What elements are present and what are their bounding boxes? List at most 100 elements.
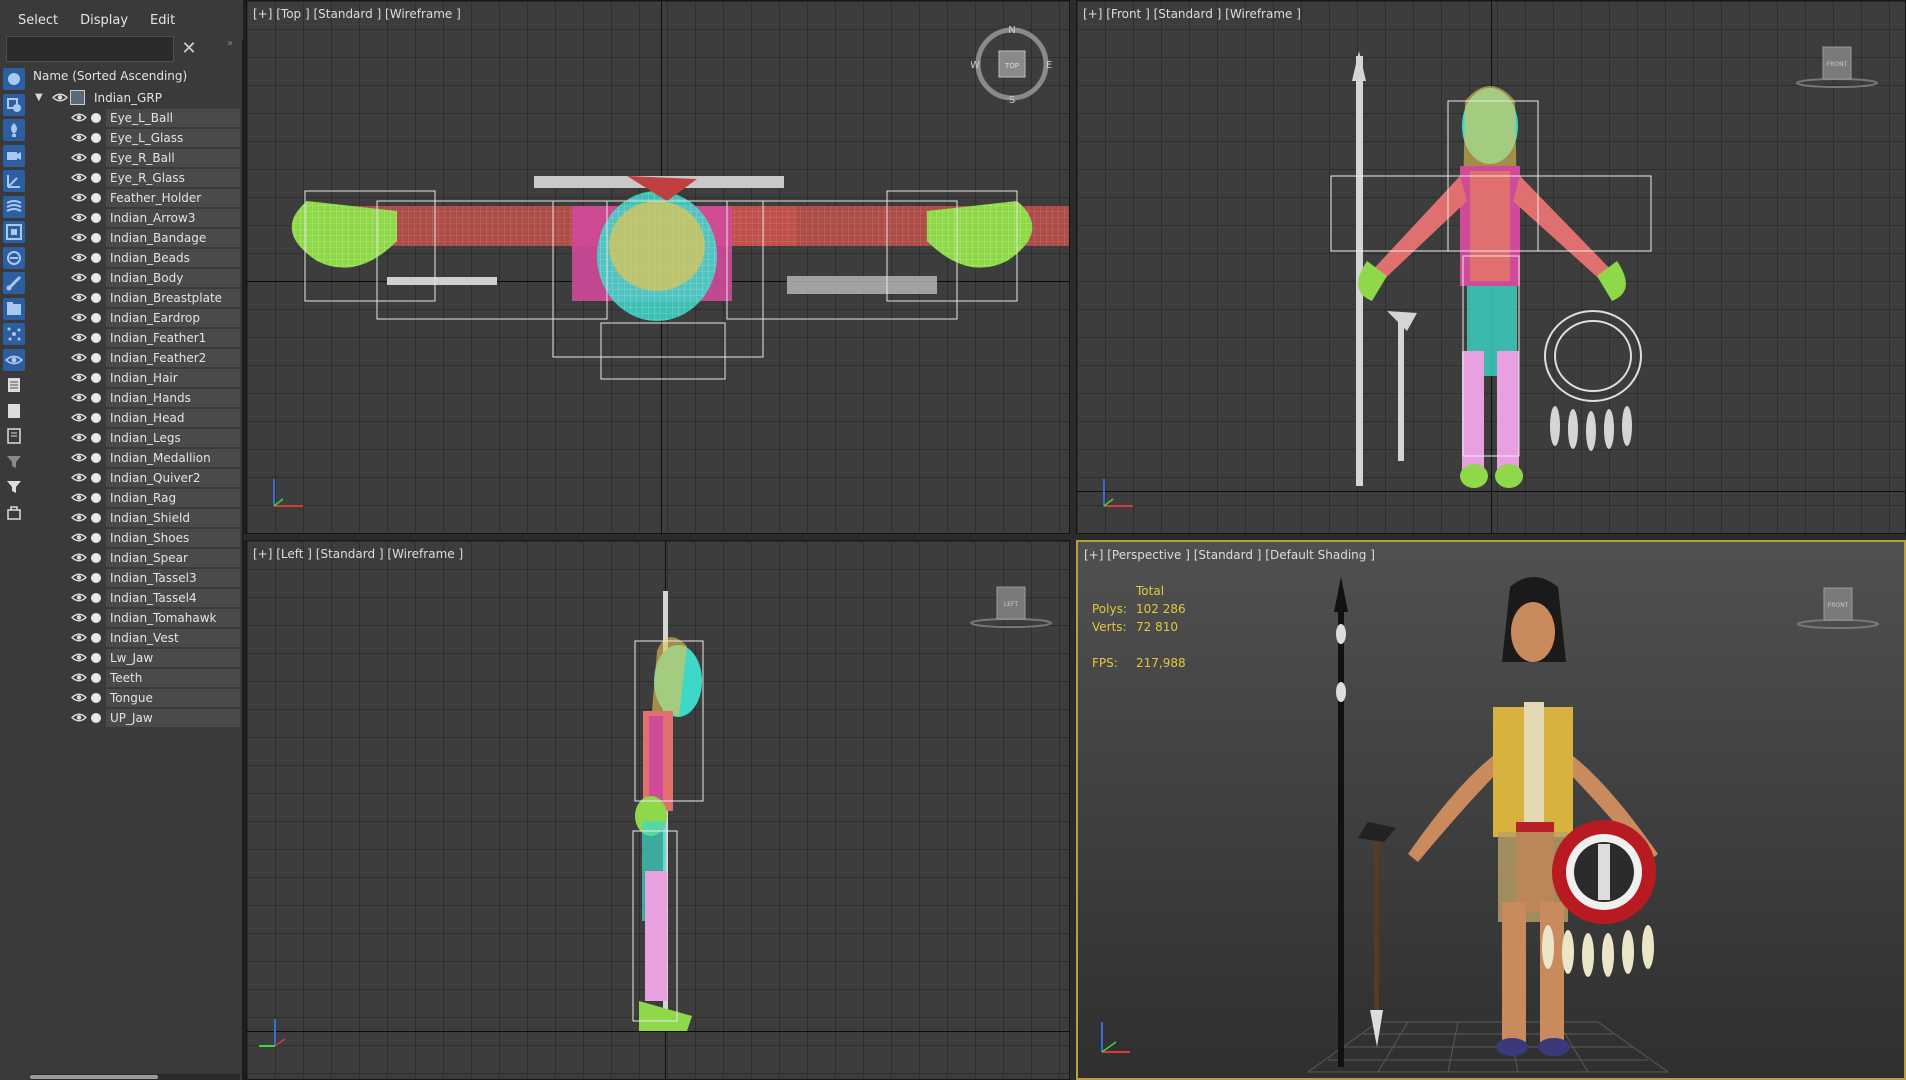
eye-icon[interactable] (71, 552, 87, 563)
selection-set-icon[interactable] (3, 502, 25, 524)
tree-row[interactable]: Indian_Shield (30, 508, 240, 528)
render-dot-icon[interactable] (91, 293, 101, 303)
menu-select[interactable]: Select (18, 13, 58, 28)
layer-icon[interactable] (3, 374, 25, 396)
tree-row[interactable]: Indian_Quiver2 (30, 468, 240, 488)
render-dot-icon[interactable] (91, 113, 101, 123)
tree-row[interactable]: Indian_Eardrop (30, 308, 240, 328)
properties-icon[interactable] (3, 425, 25, 447)
render-dot-icon[interactable] (91, 233, 101, 243)
render-dot-icon[interactable] (91, 593, 101, 603)
tree-row[interactable]: Indian_Hair (30, 368, 240, 388)
filter-icon[interactable] (3, 451, 25, 473)
tree-row[interactable]: Indian_Bandage (30, 228, 240, 248)
tree-row[interactable]: Indian_Breastplate (30, 288, 240, 308)
column-header-name[interactable]: Name (Sorted Ascending) (30, 66, 240, 86)
tree-row[interactable]: Indian_Feather1 (30, 328, 240, 348)
eye-icon[interactable] (71, 172, 87, 183)
eye-icon[interactable] (71, 212, 87, 223)
tree-row[interactable]: Indian_Tassel4 (30, 588, 240, 608)
render-dot-icon[interactable] (91, 373, 101, 383)
eye-icon[interactable] (71, 672, 87, 683)
render-dot-icon[interactable] (91, 533, 101, 543)
render-dot-icon[interactable] (91, 273, 101, 283)
eye-icon[interactable] (71, 272, 87, 283)
tree-row[interactable]: Eye_R_Glass (30, 168, 240, 188)
sphere-icon[interactable] (3, 68, 25, 90)
viewport-front[interactable]: [+] [Front ] [Standard ] [Wireframe ] FR… (1076, 0, 1906, 534)
bone-icon[interactable] (3, 272, 25, 294)
menu-edit[interactable]: Edit (150, 13, 175, 28)
camera-icon[interactable] (3, 144, 25, 167)
render-dot-icon[interactable] (91, 253, 101, 263)
tree-row[interactable]: UP_Jaw (30, 708, 240, 728)
render-dot-icon[interactable] (91, 133, 101, 143)
render-dot-icon[interactable] (91, 333, 101, 343)
eye-icon[interactable] (71, 112, 87, 123)
eye-icon[interactable] (71, 612, 87, 623)
tree-row[interactable]: Teeth (30, 668, 240, 688)
chevron-right-icon[interactable]: » (227, 38, 233, 49)
close-icon[interactable]: ✕ (177, 38, 201, 60)
xref-icon[interactable] (3, 246, 25, 269)
eye-icon[interactable] (71, 312, 87, 323)
eye-icon[interactable] (71, 372, 87, 383)
eye-icon[interactable] (71, 712, 87, 723)
render-dot-icon[interactable] (91, 173, 101, 183)
tree-row[interactable]: Indian_Beads (30, 248, 240, 268)
funnel-icon[interactable] (3, 476, 25, 498)
render-dot-icon[interactable] (91, 353, 101, 363)
eye-icon[interactable] (71, 192, 87, 203)
render-dot-icon[interactable] (91, 513, 101, 523)
expand-triangle-icon[interactable]: ▼ (35, 88, 43, 108)
eye-icon[interactable] (71, 292, 87, 303)
eye-icon[interactable] (71, 472, 87, 483)
render-dot-icon[interactable] (91, 573, 101, 583)
tree-row[interactable]: Eye_L_Ball (30, 108, 240, 128)
render-dot-icon[interactable] (91, 613, 101, 623)
eye-icon[interactable] (71, 692, 87, 703)
eye-icon[interactable] (71, 512, 87, 523)
eye-icon[interactable] (71, 432, 87, 443)
render-dot-icon[interactable] (91, 493, 101, 503)
tree-row[interactable]: Indian_Arrow3 (30, 208, 240, 228)
eye-icon[interactable] (71, 412, 87, 423)
viewport-top[interactable]: [+] [Top ] [Standard ] [Wireframe ] TOP … (246, 0, 1070, 534)
group-icon[interactable] (3, 221, 25, 243)
render-dot-icon[interactable] (91, 553, 101, 563)
viewport-left[interactable]: [+] [Left ] [Standard ] [Wireframe ] LEF… (246, 540, 1070, 1080)
tree-row[interactable]: Indian_Tassel3 (30, 568, 240, 588)
layer-list-icon[interactable] (3, 400, 25, 422)
eye-icon[interactable] (71, 652, 87, 663)
render-dot-icon[interactable] (91, 453, 101, 463)
render-dot-icon[interactable] (91, 673, 101, 683)
render-dot-icon[interactable] (91, 193, 101, 203)
eye-icon[interactable] (71, 232, 87, 243)
eye-icon[interactable] (71, 572, 87, 583)
tree-row[interactable]: Indian_Tomahawk (30, 608, 240, 628)
scroll-thumb[interactable] (30, 1075, 158, 1079)
search-input[interactable] (6, 36, 174, 62)
tree-row[interactable]: Indian_Hands (30, 388, 240, 408)
eye-icon[interactable] (71, 452, 87, 463)
render-dot-icon[interactable] (91, 153, 101, 163)
render-dot-icon[interactable] (91, 633, 101, 643)
eye-icon[interactable] (71, 132, 87, 143)
tree-row[interactable]: Feather_Holder (30, 188, 240, 208)
render-dot-icon[interactable] (91, 433, 101, 443)
eye-icon[interactable] (71, 492, 87, 503)
tree-row-root[interactable]: ▼ Indian_GRP (30, 88, 240, 108)
tree-row[interactable]: Indian_Body (30, 268, 240, 288)
render-dot-icon[interactable] (91, 213, 101, 223)
render-dot-icon[interactable] (91, 693, 101, 703)
container-icon[interactable] (3, 297, 25, 320)
particle-icon[interactable] (3, 323, 25, 345)
shapes-icon[interactable] (3, 93, 25, 116)
helper-icon[interactable] (3, 170, 25, 192)
light-icon[interactable] (3, 119, 25, 141)
tree-row[interactable]: Indian_Medallion (30, 448, 240, 468)
tree-row[interactable]: Indian_Legs (30, 428, 240, 448)
render-dot-icon[interactable] (91, 413, 101, 423)
horizontal-scrollbar[interactable] (30, 1074, 240, 1080)
render-dot-icon[interactable] (91, 653, 101, 663)
